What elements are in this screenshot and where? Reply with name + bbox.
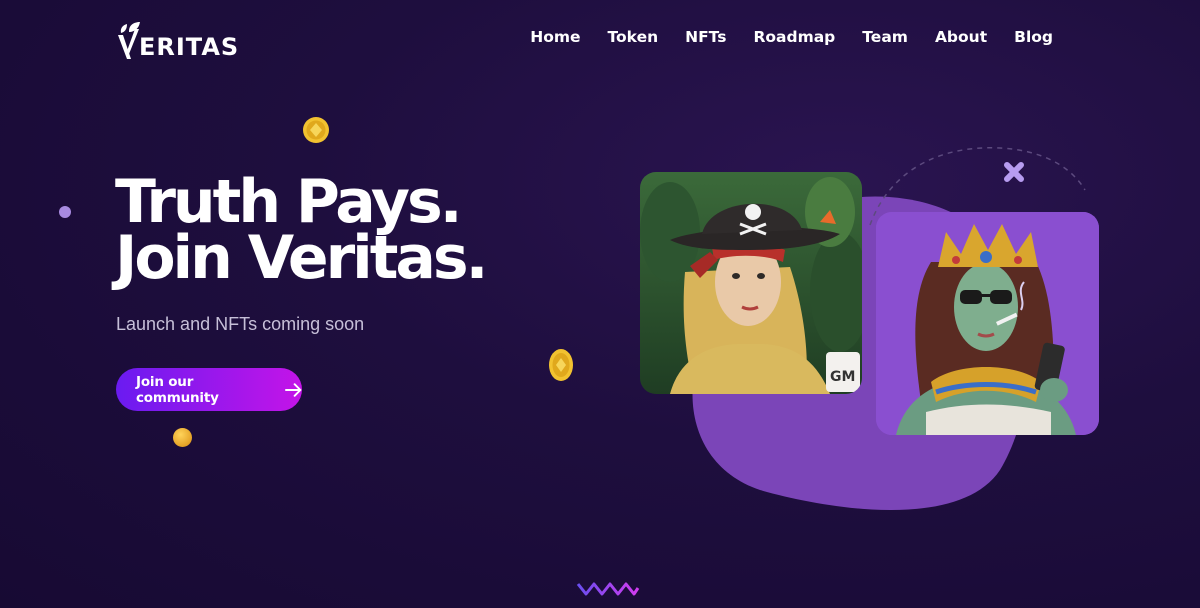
main-nav: Home Token NFTs Roadmap Team About Blog bbox=[503, 26, 1053, 48]
nft-card-pirate[interactable]: GM bbox=[640, 172, 862, 394]
coin-dot bbox=[173, 428, 192, 447]
brand-name: ERITAS bbox=[139, 33, 240, 61]
coin-icon bbox=[303, 117, 329, 143]
nft-card-queen[interactable] bbox=[876, 212, 1099, 435]
hero-title-line-1: Truth Pays. bbox=[115, 167, 463, 237]
x-mark-icon bbox=[1004, 162, 1024, 182]
hero-title: Truth Pays. Join Veritas. bbox=[115, 167, 615, 293]
join-community-button[interactable]: Join our community bbox=[116, 368, 302, 411]
hero-subtitle: Launch and NFTs coming soon bbox=[116, 314, 365, 334]
nav-roadmap[interactable]: Roadmap bbox=[753, 26, 835, 48]
nav-blog[interactable]: Blog bbox=[1014, 26, 1053, 48]
pirate-nft-image: GM bbox=[640, 172, 862, 394]
queen-nft-image bbox=[876, 212, 1099, 435]
brand-logo[interactable]: ERITAS bbox=[115, 17, 239, 61]
nav-nfts[interactable]: NFTs bbox=[685, 26, 726, 48]
arrow-right-icon bbox=[284, 382, 302, 397]
coin-icon bbox=[549, 349, 573, 381]
cta-label: Join our community bbox=[136, 373, 219, 406]
nav-about[interactable]: About bbox=[935, 26, 987, 48]
nav-team[interactable]: Team bbox=[862, 26, 908, 48]
scroll-down-wave-icon[interactable] bbox=[576, 580, 640, 600]
purple-dot bbox=[59, 206, 71, 218]
nav-token[interactable]: Token bbox=[608, 26, 659, 48]
nav-home[interactable]: Home bbox=[530, 26, 580, 48]
hero-title-line-2: Join Veritas. bbox=[115, 223, 488, 293]
mug-text: GM bbox=[830, 369, 855, 385]
veritas-logo-icon bbox=[118, 22, 140, 59]
